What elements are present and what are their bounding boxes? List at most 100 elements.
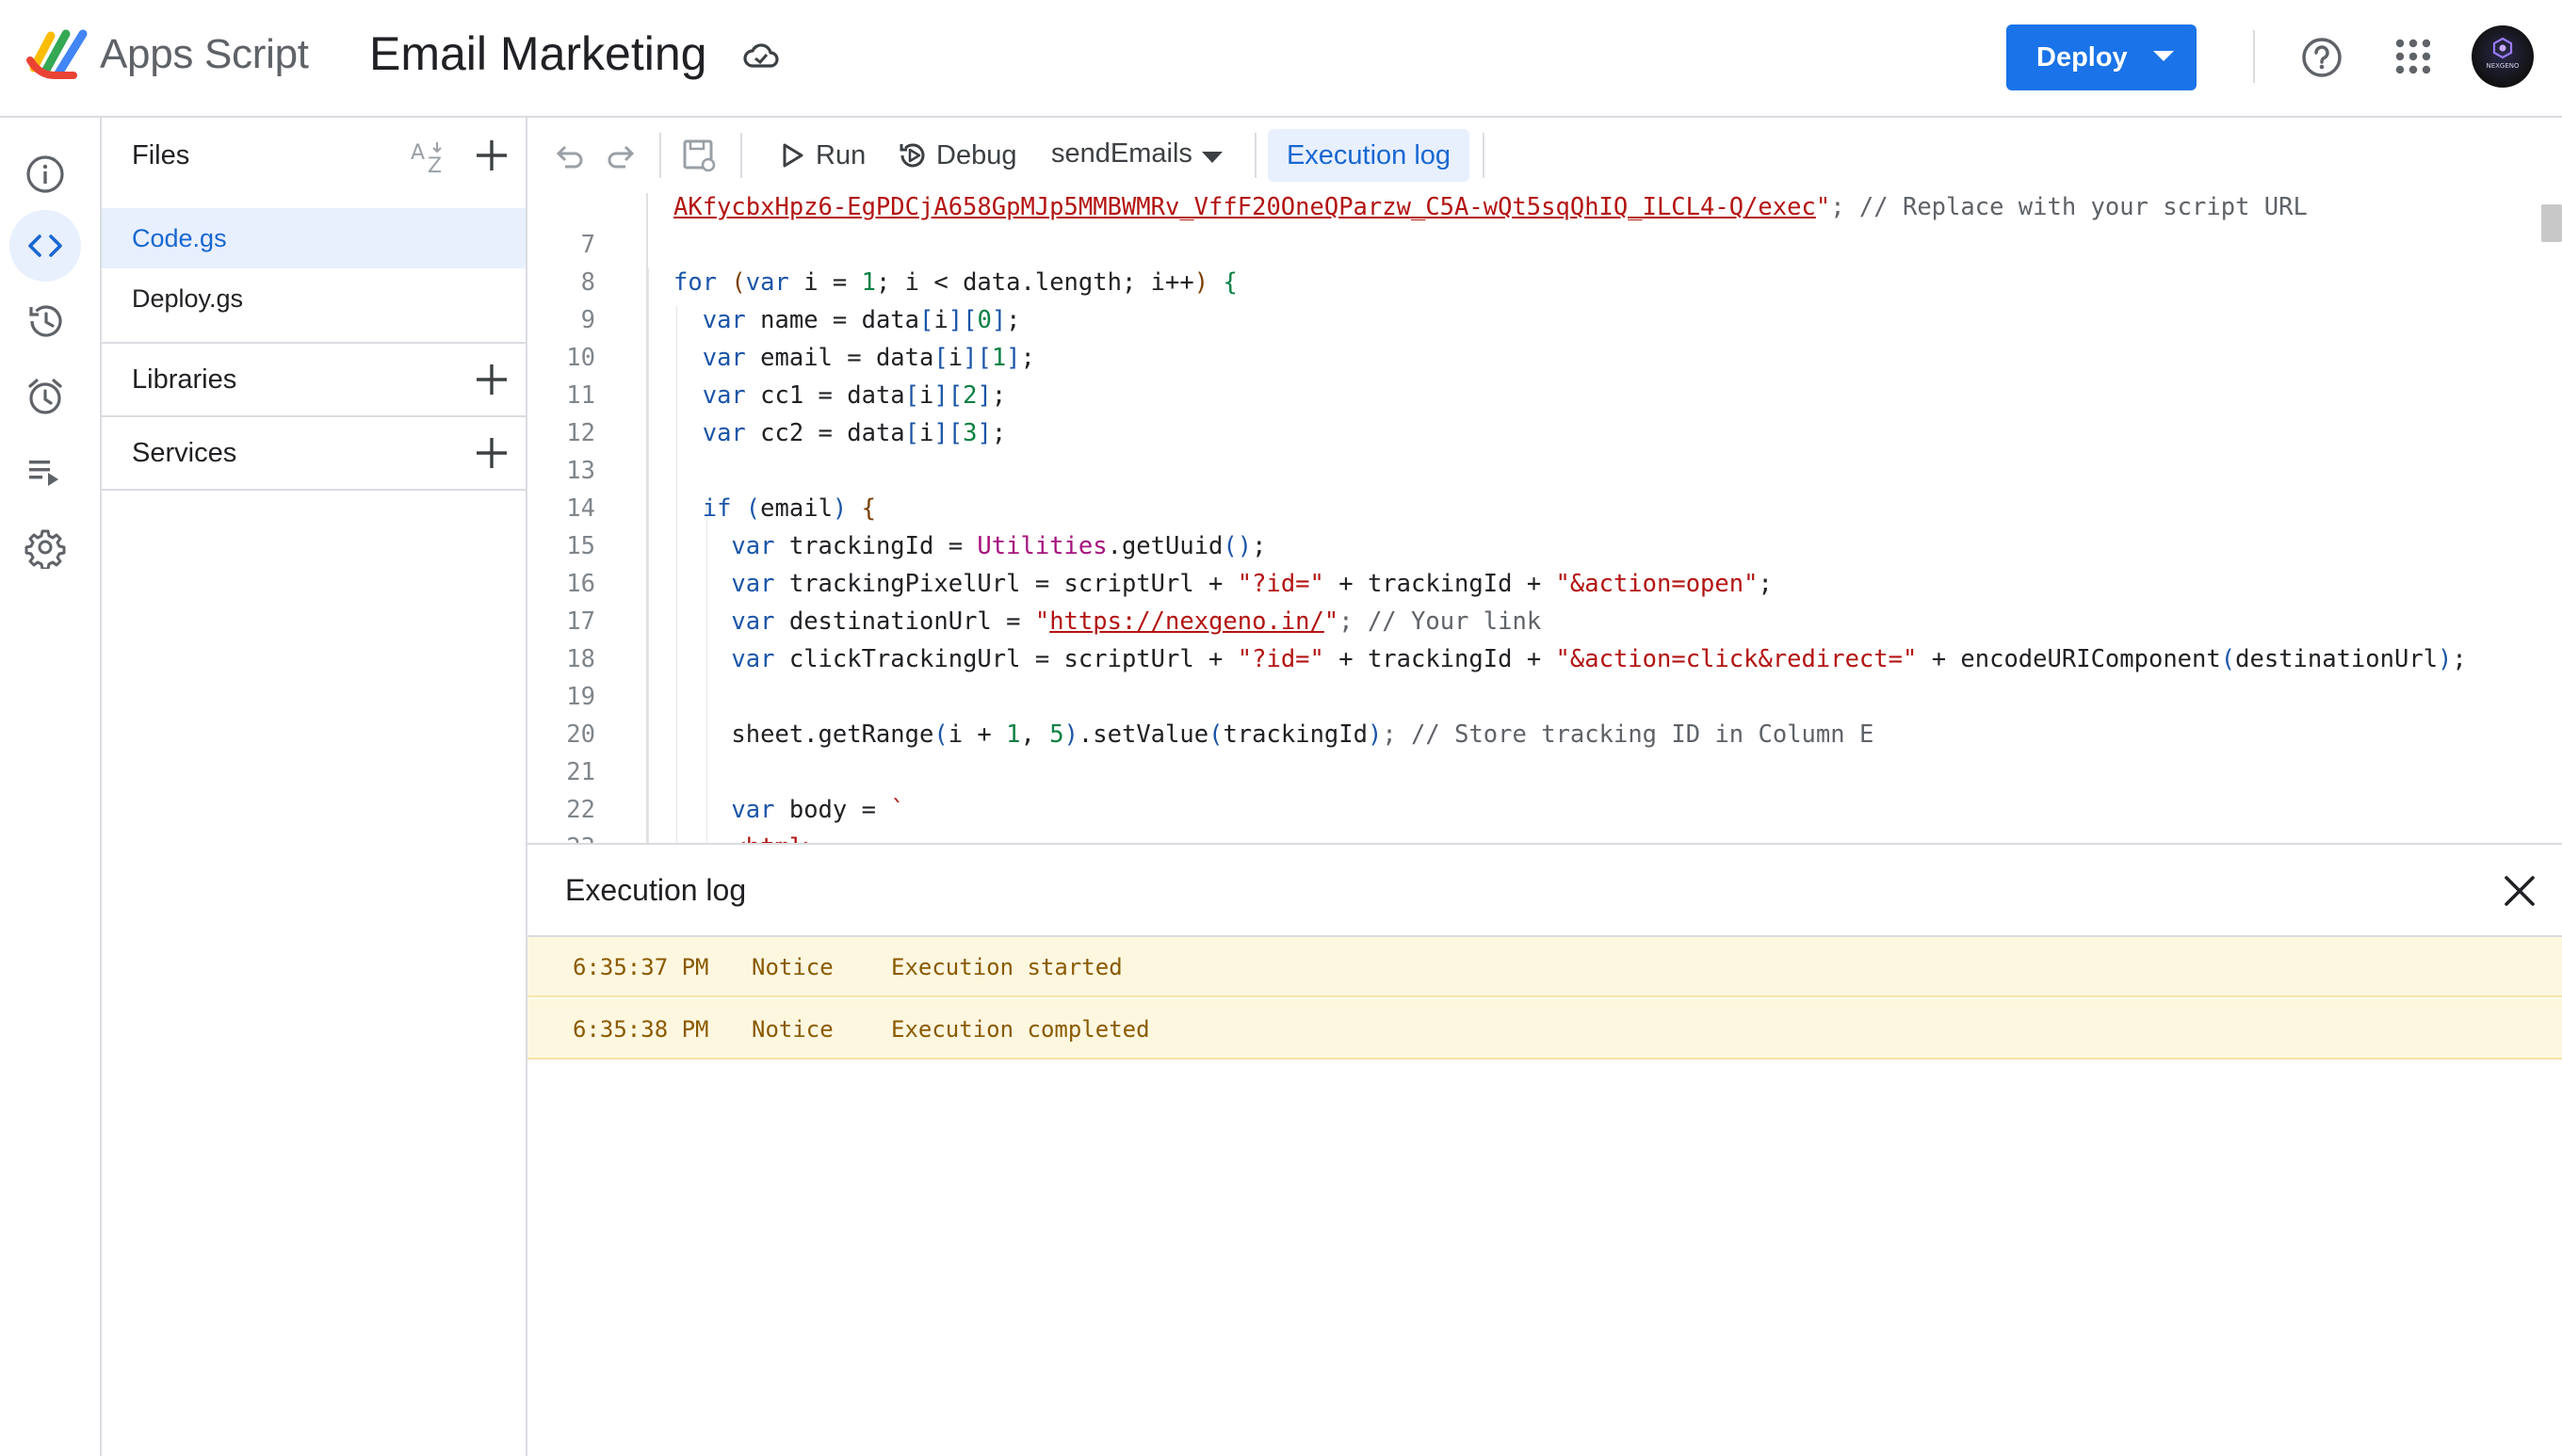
code-text: <html> bbox=[673, 833, 818, 843]
svg-text:Z: Z bbox=[428, 154, 442, 176]
log-message: Execution completed bbox=[891, 1016, 1150, 1043]
log-message: Execution started bbox=[891, 954, 1123, 980]
play-icon bbox=[783, 143, 803, 168]
gear-icon bbox=[24, 529, 66, 569]
product-name[interactable]: Apps Script bbox=[100, 31, 309, 78]
store-comment: ; // Store tracking ID in Column E bbox=[1382, 720, 1874, 749]
line-number: 19 bbox=[566, 683, 595, 711]
code-line: 8 for (var i = 1; i < data.length; i++) … bbox=[527, 263, 2534, 300]
code-text: var destinationUrl = "https://nexgeno.in… bbox=[731, 607, 1542, 636]
log-time: 6:35:37 PM bbox=[573, 954, 709, 980]
close-icon[interactable] bbox=[2498, 869, 2541, 913]
code-line: 11 var cc1 = data[i][2]; bbox=[527, 376, 2534, 413]
code-text: var email = data[i][1]; bbox=[702, 344, 1035, 372]
google-apps-icon[interactable] bbox=[2394, 38, 2432, 75]
top-app-bar: Apps Script Email Marketing Deploy NEXGE… bbox=[0, 0, 2562, 118]
script-url-string: AKfycbxHpz6-EgPDCjA658GpMJp5MMBWMRv_VffF… bbox=[673, 193, 1816, 221]
line-number: 10 bbox=[566, 344, 595, 372]
code-text: for (var i = 1; i < data.length; i++) { bbox=[673, 268, 1238, 297]
toolbar-divider bbox=[1483, 133, 1484, 178]
code-line: AKfycbxHpz6-EgPDCjA658GpMJp5MMBWMRv_VffF… bbox=[527, 193, 2534, 225]
line-number: 21 bbox=[566, 758, 595, 786]
log-level: Notice bbox=[752, 1016, 834, 1043]
header-divider bbox=[2253, 30, 2255, 83]
run-button[interactable]: Run bbox=[776, 135, 866, 176]
help-icon[interactable] bbox=[2300, 36, 2343, 79]
triggers-button[interactable] bbox=[9, 361, 81, 432]
save-icon[interactable] bbox=[680, 137, 718, 174]
files-divider bbox=[102, 489, 526, 491]
editor-button[interactable] bbox=[9, 210, 81, 282]
function-dropdown-caret-icon[interactable] bbox=[1202, 152, 1223, 163]
svg-text:A: A bbox=[411, 141, 425, 165]
libraries-label: Libraries bbox=[132, 364, 237, 395]
deploy-dropdown-caret-icon bbox=[2153, 51, 2174, 61]
destination-link[interactable]: https://nexgeno.in/ bbox=[1049, 607, 1324, 636]
editor-scrollbar[interactable] bbox=[2541, 204, 2562, 242]
line-number: 17 bbox=[566, 607, 595, 636]
line-number: 20 bbox=[566, 720, 595, 749]
services-section[interactable]: Services bbox=[102, 417, 526, 489]
files-header: Files A Z bbox=[102, 118, 526, 193]
log-row: 6:35:37 PM Notice Execution started bbox=[527, 937, 2562, 997]
debug-button[interactable]: Debug bbox=[897, 135, 1016, 176]
code-text: var trackingId = Utilities.getUuid(); bbox=[731, 532, 1267, 560]
code-line: 23 <html> bbox=[527, 828, 2534, 843]
editor-toolbar: Run Debug sendEmails Execution log bbox=[527, 118, 2562, 193]
code-text: var cc1 = data[i][2]; bbox=[702, 381, 1007, 410]
debug-icon bbox=[900, 143, 925, 168]
code-line: 12 var cc2 = data[i][3]; bbox=[527, 413, 2534, 451]
line-number: 12 bbox=[566, 419, 595, 447]
file-item-deploy-gs[interactable]: Deploy.gs bbox=[102, 268, 526, 329]
function-select[interactable]: sendEmails bbox=[1051, 138, 1192, 170]
code-line: 13 bbox=[527, 451, 2534, 489]
debug-label: Debug bbox=[936, 139, 1017, 170]
services-label: Services bbox=[132, 438, 237, 468]
avatar-text: NEXGENO bbox=[2486, 62, 2520, 70]
executions-list-icon bbox=[29, 461, 58, 486]
project-settings-button[interactable] bbox=[9, 511, 81, 583]
overview-button[interactable] bbox=[9, 138, 81, 210]
add-service-plus-icon[interactable] bbox=[473, 434, 511, 472]
line-number: 7 bbox=[580, 231, 595, 259]
code-line: 22 var body = ` bbox=[527, 790, 2534, 828]
line-number: 22 bbox=[566, 796, 595, 824]
libraries-section[interactable]: Libraries bbox=[102, 344, 526, 415]
execution-log-toggle[interactable]: Execution log bbox=[1268, 129, 1469, 182]
add-library-plus-icon[interactable] bbox=[473, 361, 511, 398]
url-comment: ; // Replace with your script URL bbox=[1830, 193, 2308, 221]
execution-log-panel: Execution log 6:35:37 PM Notice Executio… bbox=[527, 843, 2562, 1456]
line-number: 13 bbox=[566, 457, 595, 485]
redo-icon[interactable] bbox=[603, 137, 640, 174]
code-text: var cc2 = data[i][3]; bbox=[702, 419, 1007, 447]
code-brackets-icon bbox=[28, 235, 62, 257]
run-label: Run bbox=[816, 139, 867, 170]
undo-icon[interactable] bbox=[550, 137, 588, 174]
code-line: 14 if (email) { bbox=[527, 489, 2534, 526]
line-number: 23 bbox=[527, 833, 595, 843]
info-icon bbox=[26, 155, 64, 193]
line-number: 18 bbox=[566, 645, 595, 673]
project-title[interactable]: Email Marketing bbox=[369, 26, 706, 81]
history-icon bbox=[29, 305, 62, 337]
code-text: var trackingPixelUrl = scriptUrl + "?id=… bbox=[731, 570, 1773, 598]
add-file-plus-icon[interactable] bbox=[473, 137, 511, 174]
code-text: var name = data[i][0]; bbox=[702, 306, 1021, 334]
deploy-button[interactable]: Deploy bbox=[2006, 24, 2197, 90]
code-line: 21 bbox=[527, 752, 2534, 790]
project-history-button[interactable] bbox=[9, 285, 81, 357]
sort-az-icon[interactable]: A Z bbox=[409, 138, 452, 176]
code-line: 9 var name = data[i][0]; bbox=[527, 300, 2534, 338]
code-line: 19 bbox=[527, 677, 2534, 715]
toolbar-divider bbox=[1255, 133, 1257, 178]
apps-script-logo[interactable] bbox=[26, 26, 92, 83]
file-item-code-gs[interactable]: Code.gs bbox=[102, 208, 526, 268]
log-time: 6:35:38 PM bbox=[573, 1016, 709, 1043]
code-editor[interactable]: AKfycbxHpz6-EgPDCjA658GpMJp5MMBWMRv_VffF… bbox=[527, 193, 2562, 843]
toolbar-divider bbox=[659, 133, 661, 178]
account-avatar[interactable]: NEXGENO bbox=[2472, 25, 2534, 88]
code-line: 17 var destinationUrl = "https://nexgeno… bbox=[527, 602, 2534, 639]
toolbar-divider bbox=[740, 133, 742, 178]
line-number: 16 bbox=[566, 570, 595, 598]
executions-button[interactable] bbox=[9, 436, 81, 508]
